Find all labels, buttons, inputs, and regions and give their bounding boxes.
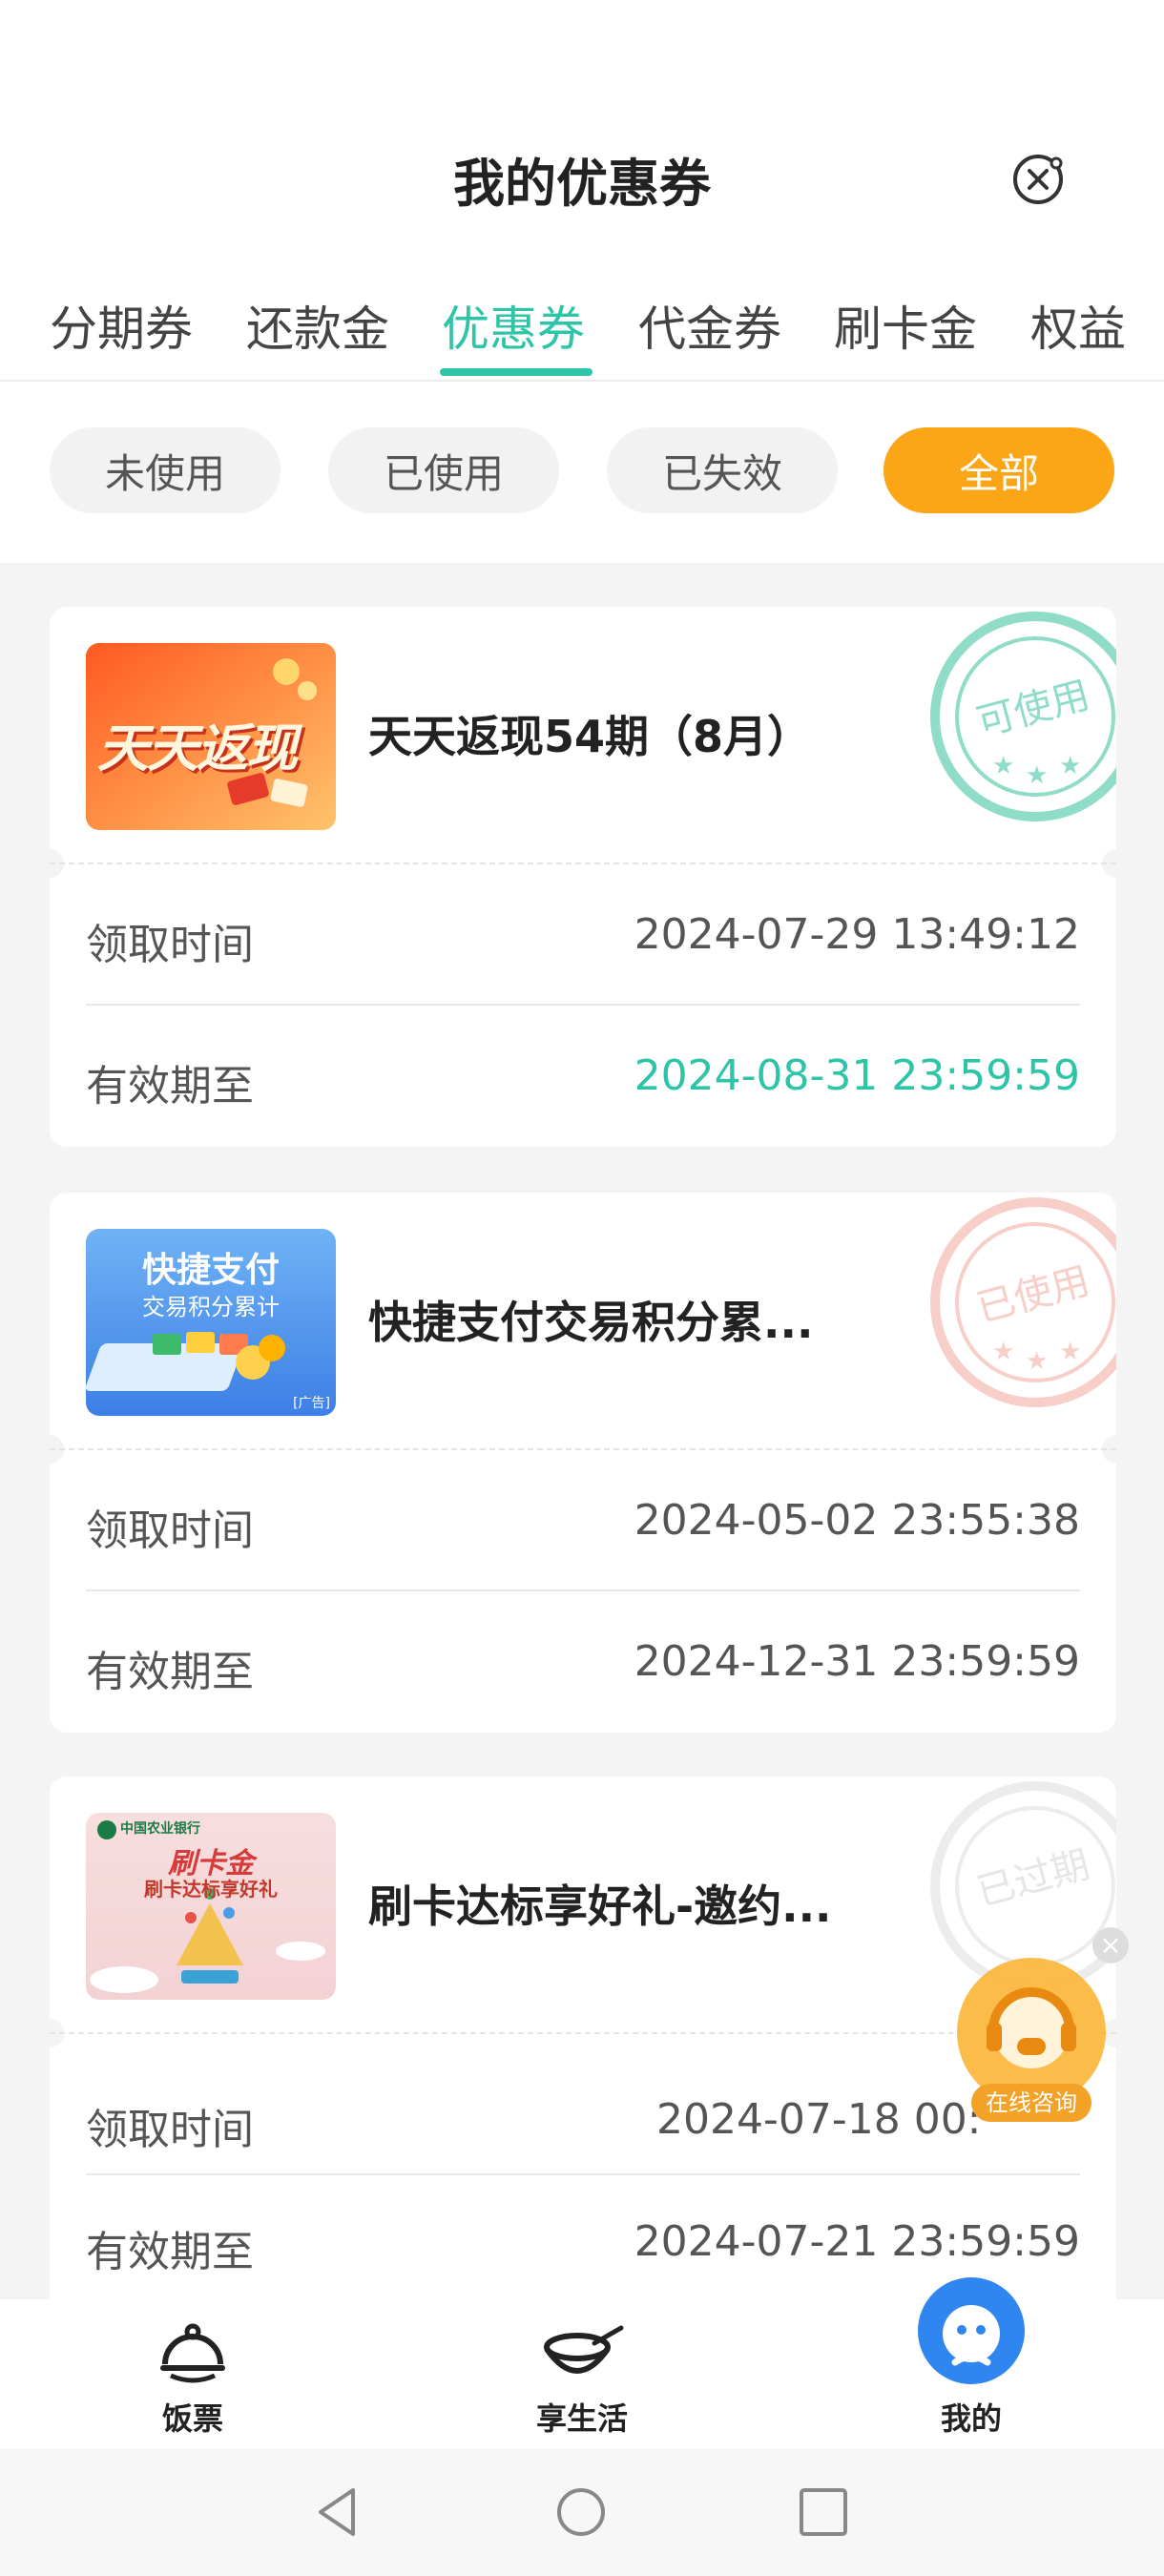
tab-coupons[interactable]: 优惠券 [442,291,585,360]
coupon-title: 刷卡达标享好礼-邀约... [368,1880,832,1932]
nav-item-enjoy-life[interactable]: 享生活 [487,2299,677,2448]
thumbnail-subtext: 刷卡达标享好礼 [144,1878,278,1901]
coupon-type-tabs: 分期券 还款金 优惠券 代金券 刷卡金 权益 [0,277,1164,382]
coupon-title: 天天返现54期（8月） [368,711,812,762]
filter-unused[interactable]: 未使用 [50,427,281,513]
svg-text:★: ★ [1026,1347,1048,1376]
coupon-title: 快捷支付交易积分累... [368,1297,814,1348]
filter-all[interactable]: 全部 [883,427,1114,513]
row-divider [86,1004,1080,1006]
stamp-text: 可使用 [972,674,1094,745]
tab-benefits[interactable]: 权益 [1030,291,1126,360]
stamp-text: 已过期 [972,1843,1094,1915]
received-label: 领取时间 [86,1506,254,1555]
tab-installment[interactable]: 分期券 [50,291,193,360]
online-consult-label: 在线咨询 [971,2084,1091,2122]
home-icon[interactable] [555,2486,607,2538]
back-icon[interactable] [315,2486,363,2538]
thumbnail-text: 快捷支付 [141,1251,280,1290]
tab-repayment[interactable]: 还款金 [246,291,389,360]
close-icon[interactable] [1011,153,1065,206]
recents-icon[interactable] [798,2486,849,2538]
stamp-text: 已使用 [972,1259,1094,1331]
active-tab-indicator [440,368,592,376]
coupon-thumbnail: 中国农业银行 刷卡金 刷卡达标享好礼 [86,1813,336,2000]
nav-label: 享生活 [535,2400,628,2437]
bank-name: 中国农业银行 [120,1821,200,1837]
received-value: 2024-05-02 23:55:38 [634,1496,1080,1545]
tab-card-cash[interactable]: 刷卡金 [834,291,977,360]
filter-used[interactable]: 已使用 [328,427,559,513]
perforation-divider [50,1448,1116,1450]
thumbnail-text: 天天返现 [97,718,298,779]
system-navigation-bar [0,2448,1164,2576]
svg-text:★: ★ [992,1338,1014,1366]
coupon-thumbnail: 天天返现 [86,643,336,830]
available-stamp-icon: 可使用 ★ ★ ★ [916,607,1116,836]
nav-item-meal-ticket[interactable]: 饭票 [97,2299,288,2448]
nav-label: 我的 [940,2400,1002,2437]
received-value: 2024-07-18 00: [656,2095,982,2144]
online-consult-button[interactable]: 在线咨询 [954,1956,1109,2137]
expire-value: 2024-12-31 23:59:59 [634,1637,1080,1686]
svg-text:★: ★ [1059,1338,1081,1366]
coupon-card[interactable]: 快捷支付 交易积分累计 [广告] 快捷支付交易积分累... 已使用 ★ ★ ★ … [50,1193,1116,1733]
profile-face-icon [918,2277,1025,2384]
expire-label: 有效期至 [86,1648,254,1696]
rice-bowl-icon [160,2323,225,2383]
expire-value: 2024-07-21 23:59:59 [634,2217,1080,2266]
svg-text:★: ★ [1026,761,1048,790]
row-divider [86,1589,1080,1591]
bottom-navigation: 饭票 享生活 我的 [0,2277,1164,2448]
bowl-chopsticks-icon [544,2325,624,2374]
ad-tag: [广告] [293,1396,330,1411]
row-divider [86,2173,1080,2175]
expire-value: 2024-08-31 23:59:59 [634,1051,1080,1100]
expire-label: 有效期至 [86,2228,254,2276]
tab-vouchers[interactable]: 代金券 [638,291,781,360]
nav-label: 饭票 [161,2400,223,2437]
received-label: 领取时间 [86,2106,254,2154]
top-area: 我的优惠券 分期券 还款金 优惠券 代金券 刷卡金 权益 未使用 已使用 已失效… [0,0,1164,563]
nav-item-mine[interactable]: 我的 [876,2277,1067,2448]
coupon-thumbnail: 快捷支付 交易积分累计 [广告] [86,1229,336,1416]
received-value: 2024-07-29 13:49:12 [634,910,1080,959]
page-title: 我的优惠券 [453,154,711,214]
received-label: 领取时间 [86,921,254,969]
perforation-divider [50,862,1116,864]
svg-text:★: ★ [992,752,1014,780]
svg-text:★: ★ [1059,752,1081,780]
expire-label: 有效期至 [86,1062,254,1111]
thumbnail-subtext: 交易积分累计 [142,1294,280,1320]
coupon-card[interactable]: 天天返现 天天返现54期（8月） 可使用 ★ ★ ★ 领取时间 2024-07-… [50,607,1116,1147]
filter-expired[interactable]: 已失效 [607,427,838,513]
status-filters: 未使用 已使用 已失效 全部 [0,427,1164,515]
used-stamp-icon: 已使用 ★ ★ ★ [916,1193,1116,1422]
